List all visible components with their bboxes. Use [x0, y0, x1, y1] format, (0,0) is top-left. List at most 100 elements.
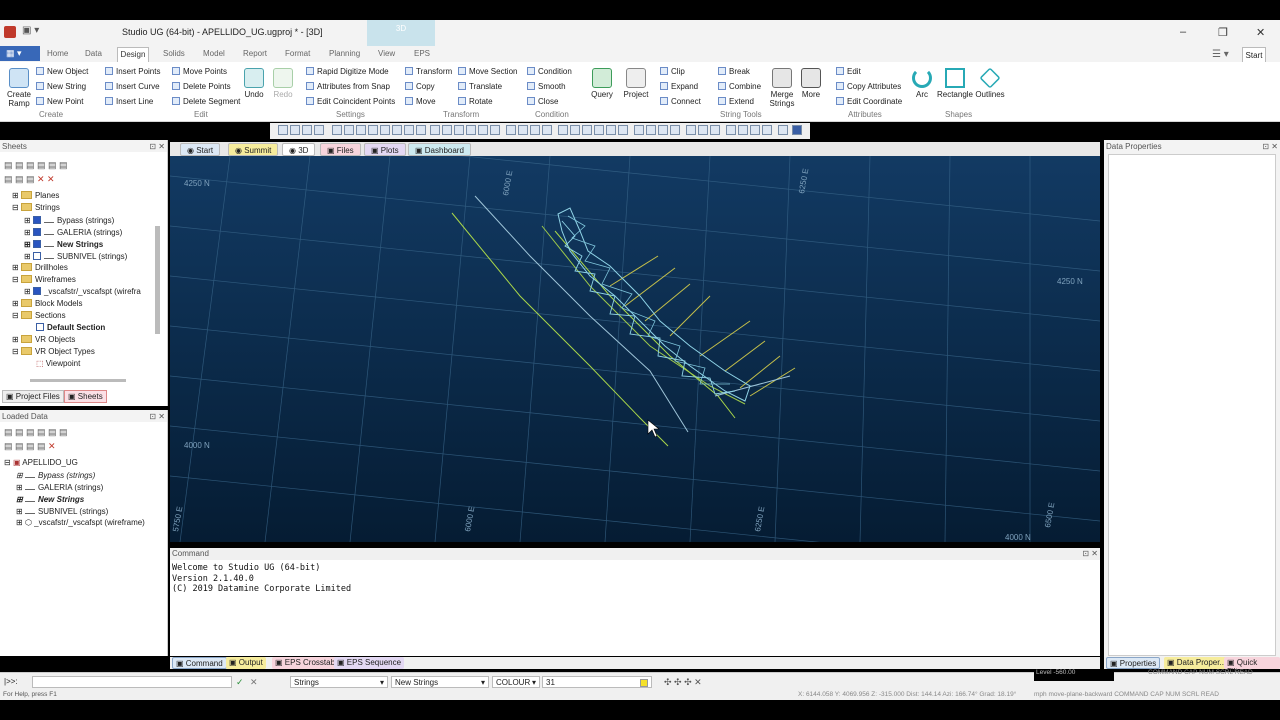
tree-bypass[interactable]: ⊞ Bypass (strings)	[24, 215, 114, 225]
rotate-button[interactable]: Rotate	[458, 97, 493, 106]
view-3d-icon[interactable]	[658, 125, 668, 135]
minimize-icon[interactable]: –	[1180, 26, 1186, 38]
menu-model[interactable]: Model	[203, 49, 225, 58]
zoom-window-icon[interactable]	[368, 125, 378, 135]
insert-line-button[interactable]: Insert Line	[105, 97, 153, 106]
loaded-toolbar-2[interactable]: ▤ ▤ ▤ ▤ ✕	[4, 441, 56, 452]
zoom-icon[interactable]	[332, 125, 342, 135]
clip-button[interactable]: Clip	[660, 67, 685, 76]
menu-planning[interactable]: Planning	[329, 49, 360, 58]
checkbox-icon[interactable]	[32, 252, 41, 260]
select-object-icon[interactable]	[478, 125, 488, 135]
snap-point-icon[interactable]	[518, 125, 528, 135]
loaded-wireframe[interactable]: ⊞ ⬡ _vscafstr/_vscafspt (wireframe)	[16, 518, 145, 527]
move-section-button[interactable]: Move Section	[458, 67, 517, 76]
menu-eps[interactable]: EPS	[414, 49, 430, 58]
clip-view-icon[interactable]	[594, 125, 604, 135]
3d-scene[interactable]: 4250 N 6000 E 6250 E 4250 N 4000 N 5750 …	[170, 156, 1100, 542]
tab-project-files[interactable]: ▣ Project Files	[2, 390, 64, 403]
pan-icon[interactable]	[278, 125, 288, 135]
ribbon-options-icon[interactable]: ☰ ▾	[1212, 49, 1229, 60]
view-reset-icon[interactable]	[670, 125, 680, 135]
select-icon[interactable]	[430, 125, 440, 135]
tree-subnivel[interactable]: ⊞ SUBNIVEL (strings)	[24, 251, 127, 261]
condition-button[interactable]: Condition	[527, 67, 572, 76]
tree-drillholes[interactable]: ⊞ Drillholes	[12, 263, 68, 272]
status-tools-icons[interactable]: ✣ ✣ ✣ ✕	[664, 677, 702, 688]
section-icon[interactable]	[558, 125, 568, 135]
pin-close-icon[interactable]: ⊡ ✕	[1082, 549, 1098, 558]
loaded-toolbar[interactable]: ▤ ▤ ▤ ▤ ▤ ▤	[4, 427, 68, 438]
pin-close-icon[interactable]: ⊡ ✕	[1262, 142, 1278, 151]
tab-data-properties[interactable]: ▣ Data Proper...	[1164, 657, 1230, 669]
color-swatch[interactable]	[640, 679, 648, 687]
close-string-button[interactable]: Close	[527, 97, 558, 106]
tree-wireframes[interactable]: ⊟ Wireframes	[12, 275, 76, 284]
restore-icon[interactable]: ❐	[1218, 26, 1228, 39]
extend-button[interactable]: Extend	[718, 97, 754, 106]
new-point-button[interactable]: New Point	[36, 97, 83, 106]
tab-eps-sequence[interactable]: ▣ EPS Sequence	[334, 657, 405, 669]
connect-button[interactable]: Connect	[660, 97, 701, 106]
tree-vr-objects[interactable]: ⊞ VR Objects	[12, 335, 75, 344]
fly-icon[interactable]	[314, 125, 324, 135]
delete-points-button[interactable]: Delete Points	[172, 82, 231, 91]
tree-sections[interactable]: ⊟ Sections	[12, 311, 66, 320]
tab-3d[interactable]: ◉ 3D	[282, 143, 316, 156]
select-all-icon[interactable]	[442, 125, 452, 135]
more-string-tools-button[interactable]: More	[800, 68, 822, 99]
clip-front-icon[interactable]	[606, 125, 616, 135]
app-icon[interactable]	[4, 26, 16, 38]
combine-button[interactable]: Combine	[718, 82, 761, 91]
view-plan-icon[interactable]	[634, 125, 644, 135]
transform-button[interactable]: Transform	[405, 67, 452, 76]
tab-output[interactable]: ▣ Output	[226, 657, 266, 669]
menu-data[interactable]: Data	[85, 49, 102, 58]
zoom-in-icon[interactable]	[344, 125, 354, 135]
string-select[interactable]: New Strings ▾	[391, 676, 489, 688]
move-button[interactable]: Move	[405, 97, 436, 106]
lock-icon[interactable]	[792, 125, 802, 135]
tab-start[interactable]: ◉ Start	[180, 143, 221, 156]
command-input[interactable]	[32, 676, 232, 688]
undo-button[interactable]: Undo	[243, 68, 265, 99]
merge-strings-button[interactable]: Merge Strings	[766, 68, 798, 108]
grid-icon[interactable]	[698, 125, 708, 135]
close-icon[interactable]: ✕	[1256, 26, 1265, 39]
section-backward-icon[interactable]	[582, 125, 592, 135]
expand-button[interactable]: Expand	[660, 82, 698, 91]
insert-curve-button[interactable]: Insert Curve	[105, 82, 160, 91]
tab-files[interactable]: ▣ Files	[320, 143, 361, 156]
tree-vr-object-types[interactable]: ⊟ VR Object Types	[12, 347, 95, 356]
tab-summit[interactable]: ◉ Summit	[228, 143, 279, 156]
rapid-digitize-button[interactable]: Rapid Digitize Mode	[306, 67, 389, 76]
select-point-icon[interactable]	[466, 125, 476, 135]
measure-icon[interactable]	[778, 125, 788, 135]
menu-format[interactable]: Format	[285, 49, 310, 58]
edit-attributes-button[interactable]: Edit	[836, 67, 861, 76]
tree-block-models[interactable]: ⊞ Block Models	[12, 299, 83, 308]
filter-icon[interactable]	[710, 125, 720, 135]
tab-sheets[interactable]: ▣ Sheets	[64, 390, 107, 403]
tab-dashboard[interactable]: ▣ Dashboard	[408, 143, 471, 156]
new-string-button[interactable]: New String	[36, 82, 86, 91]
project-button[interactable]: Project	[622, 68, 650, 99]
redo-button[interactable]: Redo	[272, 68, 294, 99]
section-forward-icon[interactable]	[570, 125, 580, 135]
outlines-button[interactable]: Outlines	[974, 67, 1006, 99]
clip-back-icon[interactable]	[618, 125, 628, 135]
sheets-toolbar-2[interactable]: ▤ ▤ ▤ ✕ ✕	[4, 174, 55, 185]
checkbox-icon[interactable]	[32, 216, 41, 224]
select-section-icon[interactable]	[490, 125, 500, 135]
checkbox-icon[interactable]	[32, 228, 41, 236]
snap-surface-icon[interactable]	[542, 125, 552, 135]
first-icon[interactable]	[726, 125, 736, 135]
accept-icon[interactable]: ✓	[236, 677, 244, 688]
zoom-data-icon[interactable]	[404, 125, 414, 135]
tree-wireframe-item[interactable]: ⊞ _vscafstr/_vscafspt (wirefra	[24, 287, 141, 296]
pin-close-icon[interactable]: ⊡ ✕	[149, 142, 165, 151]
tab-plots[interactable]: ▣ Plots	[364, 143, 406, 156]
last-icon[interactable]	[762, 125, 772, 135]
axis-icon[interactable]	[686, 125, 696, 135]
tree-project[interactable]: ⊟ ▣ APELLIDO_UG	[4, 458, 78, 467]
